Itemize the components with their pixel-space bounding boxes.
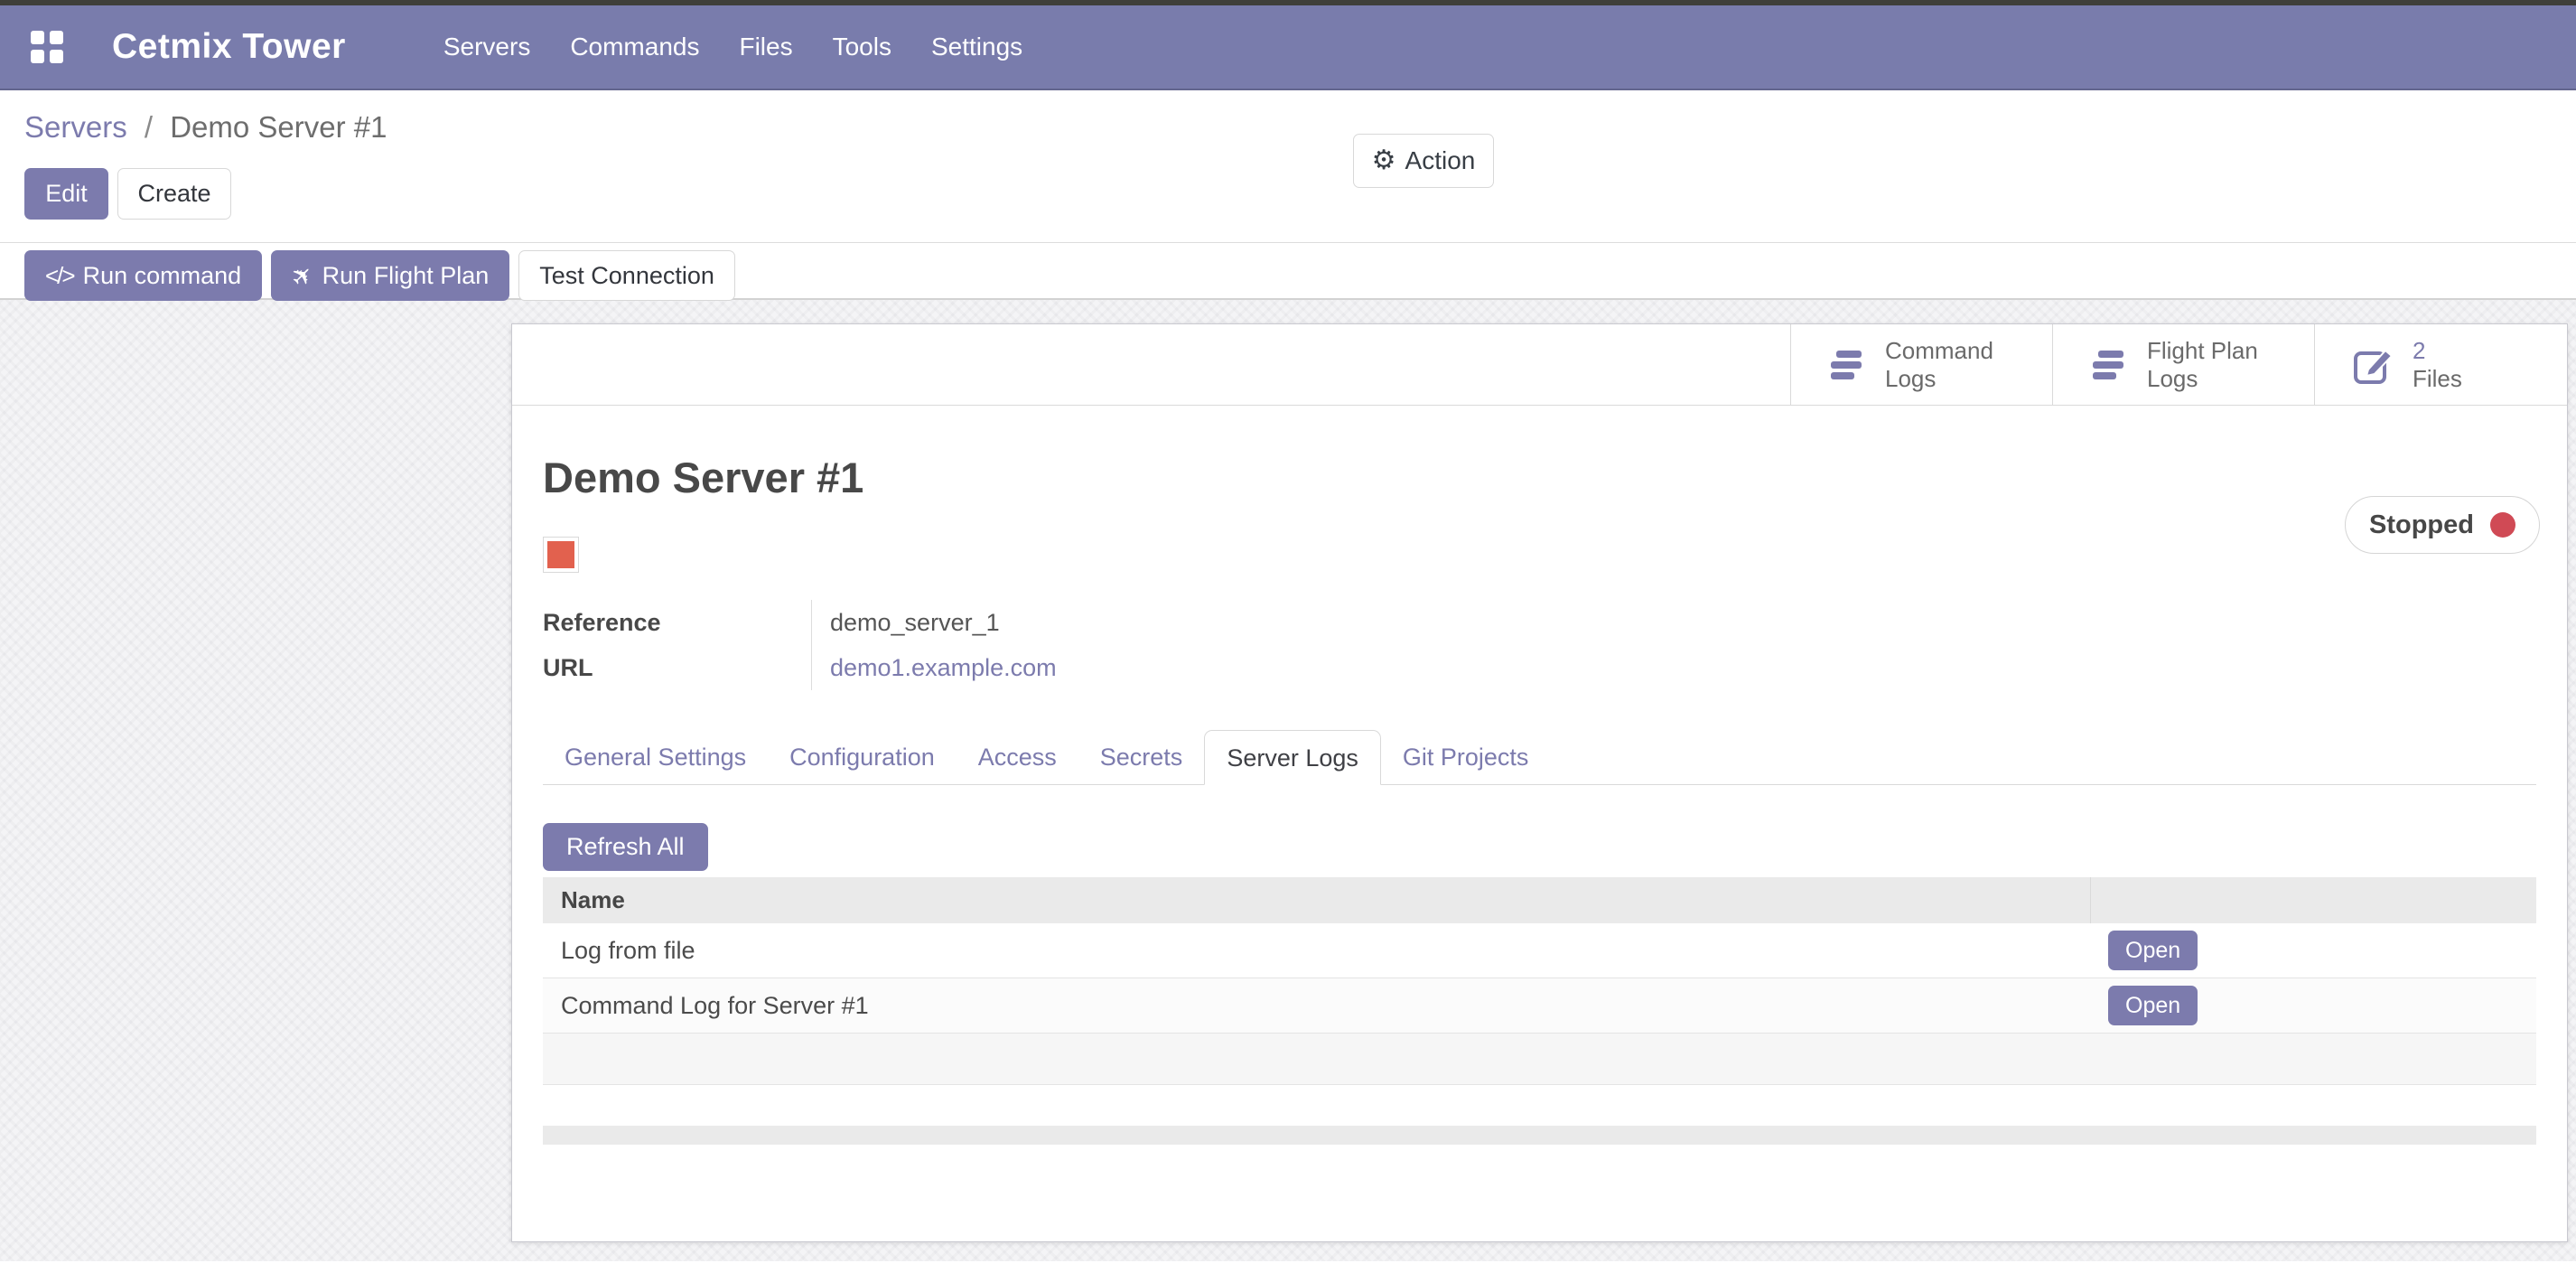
run-command-label: Run command	[83, 262, 242, 290]
breadcrumb: Servers / Demo Server #1	[0, 90, 2576, 145]
run-command-button[interactable]: </> Run command	[24, 250, 262, 301]
table-empty-row	[543, 1034, 2536, 1085]
log-name-cell: Command Log for Server #1	[543, 992, 2090, 1020]
menu-item-commands[interactable]: Commands	[570, 33, 699, 61]
log-action-cell: Open	[2090, 931, 2536, 970]
tab-general-settings[interactable]: General Settings	[543, 731, 768, 784]
table-row[interactable]: Command Log for Server #1 Open	[543, 978, 2536, 1034]
breadcrumb-separator: /	[145, 110, 153, 144]
stat-label: Command Logs	[1885, 337, 1993, 392]
server-action-buttons-row: </> Run command ✈ Run Flight Plan Test C…	[0, 243, 2576, 301]
refresh-all-button[interactable]: Refresh All	[543, 823, 708, 871]
control-panel: Servers / Demo Server #1 Edit Create ⚙ A…	[0, 90, 2576, 300]
create-button[interactable]: Create	[117, 168, 231, 220]
reference-field-value: demo_server_1	[830, 600, 1057, 645]
server-color-picker[interactable]	[543, 537, 579, 573]
tab-secrets[interactable]: Secrets	[1078, 731, 1205, 784]
name-column-header[interactable]: Name	[543, 877, 2090, 923]
code-icon: </>	[45, 262, 74, 290]
plane-icon: ✈	[285, 257, 321, 294]
form-sheet: Demo Server #1 Stopped Reference URL dem…	[512, 453, 2567, 1145]
top-navbar: Cetmix Tower Servers Commands Files Tool…	[0, 5, 2576, 90]
action-menu-button[interactable]: ⚙ Action	[1353, 134, 1494, 188]
control-panel-buttons-row: Edit Create	[24, 168, 2576, 220]
log-name-cell: Log from file	[543, 937, 2090, 965]
menu-item-files[interactable]: Files	[739, 33, 792, 61]
menu-item-servers[interactable]: Servers	[443, 33, 530, 61]
table-header-row: Name	[543, 877, 2536, 923]
files-stat-button[interactable]: 2 Files	[2314, 324, 2567, 405]
gear-icon: ⚙	[1372, 147, 1396, 174]
log-action-cell: Open	[2090, 986, 2536, 1025]
server-form-card: Command Logs Flight Plan Logs	[511, 323, 2568, 1242]
server-title: Demo Server #1	[543, 453, 2536, 502]
menu-item-tools[interactable]: Tools	[833, 33, 891, 61]
command-logs-stat-button[interactable]: Command Logs	[1790, 324, 2052, 405]
table-footer-strip	[543, 1126, 2536, 1145]
url-field-label: URL	[543, 645, 811, 690]
server-color-swatch	[547, 541, 574, 568]
content-background: Command Logs Flight Plan Logs	[0, 300, 2576, 1261]
apps-menu-icon[interactable]	[31, 31, 63, 63]
app-brand[interactable]: Cetmix Tower	[112, 27, 346, 67]
field-labels-column: Reference URL	[543, 600, 811, 690]
open-log-button[interactable]: Open	[2108, 986, 2198, 1025]
tab-access[interactable]: Access	[957, 731, 1078, 784]
action-column-header	[2090, 877, 2536, 923]
server-logs-table: Name Log from file Open Command Log for …	[543, 877, 2536, 1145]
open-log-button[interactable]: Open	[2108, 931, 2198, 970]
reference-field-label: Reference	[543, 600, 811, 645]
breadcrumb-servers-link[interactable]: Servers	[24, 110, 127, 144]
notebook-tabs: General Settings Configuration Access Se…	[543, 729, 2536, 785]
run-flight-plan-label: Run Flight Plan	[322, 262, 490, 290]
url-field-value-link[interactable]: demo1.example.com	[830, 654, 1057, 681]
table-row[interactable]: Log from file Open	[543, 923, 2536, 978]
stat-label: 2 Files	[2413, 337, 2462, 392]
server-fields: Reference URL demo_server_1 demo1.exampl…	[543, 600, 2536, 690]
stat-label: Flight Plan Logs	[2147, 337, 2258, 392]
action-menu-label: Action	[1405, 146, 1476, 175]
stat-button-box: Command Logs Flight Plan Logs	[512, 324, 2567, 406]
menu-item-settings[interactable]: Settings	[931, 33, 1022, 61]
tab-server-logs[interactable]: Server Logs	[1204, 730, 1381, 785]
status-label: Stopped	[2369, 510, 2474, 540]
edit-button[interactable]: Edit	[24, 168, 108, 220]
tab-git-projects[interactable]: Git Projects	[1381, 731, 1551, 784]
tab-configuration[interactable]: Configuration	[768, 731, 957, 784]
test-connection-button[interactable]: Test Connection	[518, 250, 735, 301]
table-spacer	[543, 1085, 2536, 1126]
list-bars-icon	[2091, 349, 2129, 381]
flight-plan-logs-stat-button[interactable]: Flight Plan Logs	[2052, 324, 2314, 405]
edit-square-icon	[2353, 345, 2394, 385]
screen: Cetmix Tower Servers Commands Files Tool…	[0, 0, 2576, 1263]
run-flight-plan-button[interactable]: ✈ Run Flight Plan	[271, 250, 509, 301]
status-badge: Stopped	[2345, 496, 2540, 554]
breadcrumb-current: Demo Server #1	[170, 110, 387, 144]
field-values-column: demo_server_1 demo1.example.com	[811, 600, 1057, 690]
status-stopped-dot	[2490, 512, 2515, 538]
server-logs-tab-content: Refresh All Name Log from file Open	[543, 785, 2536, 1145]
main-menu: Servers Commands Files Tools Settings	[443, 33, 1022, 61]
list-bars-icon	[1829, 349, 1867, 381]
